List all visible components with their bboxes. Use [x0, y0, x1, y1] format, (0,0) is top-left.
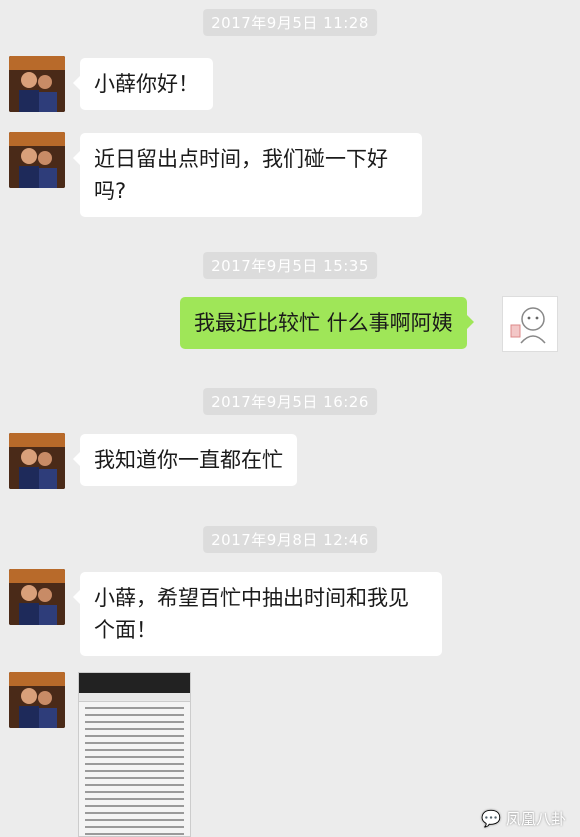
watermark: 💬 凤凰八卦	[481, 808, 566, 829]
text-line	[85, 721, 184, 723]
text-line	[85, 763, 184, 765]
text-line	[85, 777, 184, 779]
wechat-icon: 💬	[481, 809, 501, 828]
text-line	[85, 784, 184, 786]
text-line	[85, 819, 184, 821]
message-bubble[interactable]: 小薛，希望百忙中抽出时间和我见个面！	[73, 572, 442, 656]
watermark-text: 凤凰八卦	[505, 810, 566, 828]
text-line	[85, 756, 184, 758]
text-line	[85, 826, 184, 828]
text-line	[85, 812, 184, 814]
text-line	[85, 707, 184, 709]
phone-status-bar	[79, 673, 190, 693]
message-bubble[interactable]: 近日留出点时间，我们碰一下好吗?	[73, 133, 422, 217]
message-bubble[interactable]: 我知道你一直都在忙	[73, 434, 297, 486]
text-line	[85, 791, 184, 793]
contact-avatar[interactable]	[9, 433, 65, 489]
text-line	[85, 728, 184, 730]
text-line	[85, 742, 184, 744]
text-line	[85, 805, 184, 807]
contact-avatar[interactable]	[9, 56, 65, 112]
message-bubble-outgoing[interactable]: 我最近比较忙 什么事啊阿姨	[180, 297, 474, 349]
phone-title-bar	[79, 693, 190, 702]
my-avatar[interactable]	[502, 296, 558, 352]
text-line	[85, 714, 184, 716]
text-line	[85, 833, 184, 835]
timestamp: 2017年9月5日 15:35	[203, 252, 377, 279]
contact-avatar[interactable]	[9, 672, 65, 728]
timestamp: 2017年9月8日 12:46	[203, 526, 377, 553]
text-line	[85, 749, 184, 751]
message-bubble[interactable]: 小薛你好！	[73, 58, 213, 110]
timestamp: 2017年9月5日 16:26	[203, 388, 377, 415]
text-line	[85, 735, 184, 737]
contact-avatar[interactable]	[9, 132, 65, 188]
text-line	[85, 798, 184, 800]
text-line	[85, 770, 184, 772]
image-message[interactable]	[78, 672, 191, 837]
timestamp: 2017年9月5日 11:28	[203, 9, 377, 36]
contact-avatar[interactable]	[9, 569, 65, 625]
